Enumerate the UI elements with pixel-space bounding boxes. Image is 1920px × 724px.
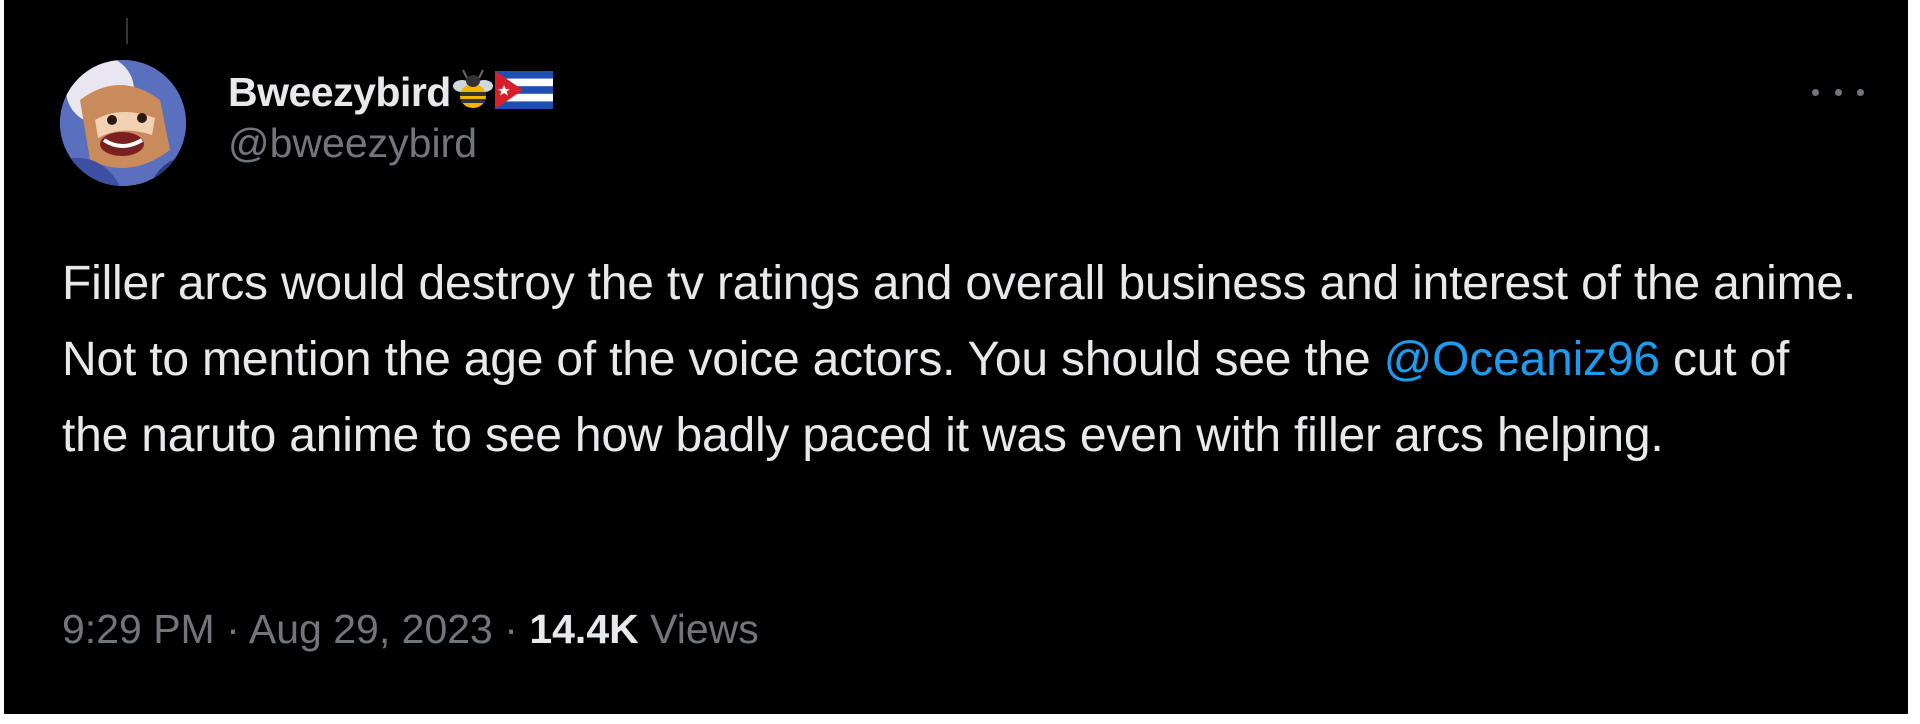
mention-link[interactable]: @Oceaniz96 [1384, 333, 1660, 386]
display-name-row[interactable]: Bweezybird [228, 66, 553, 118]
display-name[interactable]: Bweezybird [228, 69, 451, 116]
tweet-text: Filler arcs would destroy the tv ratings… [62, 246, 1862, 474]
tweet-time[interactable]: 9:29 PM [62, 606, 215, 652]
tweet-header: Bweezybird @bweezybird [228, 66, 553, 167]
more-icon-dot [1812, 88, 1819, 96]
avatar-image [60, 60, 186, 186]
meta-separator: · [226, 606, 240, 652]
tweet-date[interactable]: Aug 29, 2023 [249, 606, 493, 652]
user-handle[interactable]: @bweezybird [228, 120, 553, 167]
meta-separator: · [504, 606, 518, 652]
thread-line [126, 18, 128, 44]
views-label: Views [650, 606, 759, 652]
more-icon-dot [1857, 88, 1864, 96]
views-count[interactable]: 14.4K [529, 606, 638, 652]
tweet-meta: 9:29 PM · Aug 29, 2023 · 14.4K Views [62, 606, 759, 653]
tweet-card: Bweezybird @bweezybird Filler arcs would… [4, 0, 1908, 714]
more-options-button[interactable] [1812, 80, 1864, 104]
bee-icon [452, 68, 493, 117]
cuba-flag-icon [494, 70, 553, 114]
more-icon-dot [1834, 88, 1842, 96]
avatar[interactable] [60, 60, 186, 186]
